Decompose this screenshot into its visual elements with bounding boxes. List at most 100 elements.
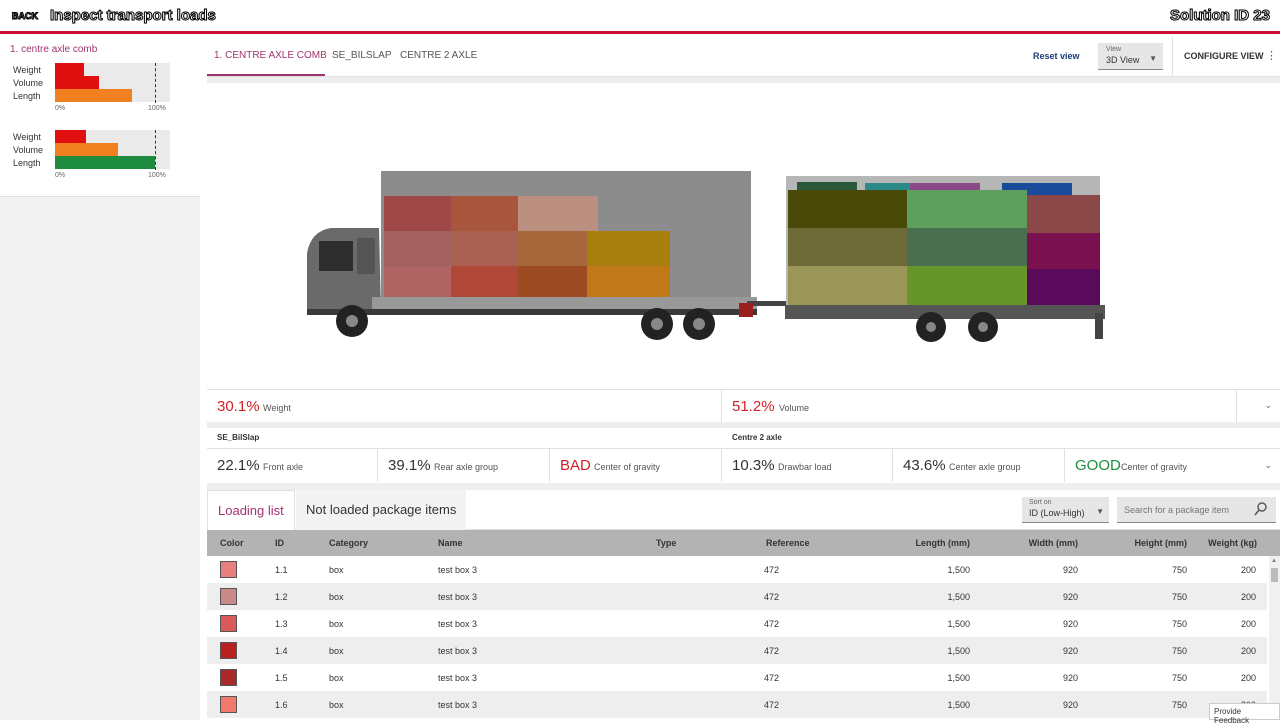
top-bar: BACK Inspect transport loads Solution ID… xyxy=(0,0,1280,34)
cell-name: test box 3 xyxy=(438,565,478,575)
cell-reference: 472 xyxy=(764,673,780,683)
view-select[interactable]: View 3D View ▼ xyxy=(1098,43,1163,70)
front-axle-value: 22.1% xyxy=(217,457,260,474)
search-box[interactable] xyxy=(1117,497,1276,523)
col-header[interactable]: Category xyxy=(329,538,368,548)
scroll-thumb[interactable] xyxy=(1271,568,1278,582)
vehicle-tabs-bar: 1. CENTRE AXLE COMB SE_BILSLAP CENTRE 2 … xyxy=(207,37,1280,77)
col-header[interactable]: Height (mm) xyxy=(1135,538,1188,548)
sidebar: 1. centre axle comb Weight Volume Length… xyxy=(0,37,200,720)
trailer-cog-value: GOOD xyxy=(1075,457,1121,474)
group-heading-se-bilslap: SE_BilSlap xyxy=(217,433,260,442)
feedback-button[interactable]: Provide Feedback xyxy=(1209,703,1280,725)
table-row[interactable]: 1.1 box test box 3 472 1,500 920 750 200 xyxy=(207,556,1267,583)
scroll-up-icon[interactable]: ▲ xyxy=(1271,558,1277,564)
cell-width: 920 xyxy=(1062,592,1078,602)
center-axle-label: Center axle group xyxy=(949,462,1021,472)
chevron-down-icon[interactable]: ⌄ xyxy=(1264,460,1272,471)
col-header[interactable]: Weight (kg) xyxy=(1208,538,1257,548)
configure-view-button[interactable]: CONFIGURE VIEW xyxy=(1184,51,1264,61)
col-header[interactable]: Type xyxy=(656,538,676,548)
scale-min: 0% xyxy=(55,172,66,179)
table-row[interactable]: 1.4 box test box 3 472 1,500 920 750 200 xyxy=(207,637,1267,664)
bar-label: Weight xyxy=(13,132,41,142)
more-vertical-icon[interactable]: ⋮ xyxy=(1266,49,1277,62)
front-axle-stat: 22.1% Front axle xyxy=(207,449,378,482)
cell-weight: 200 xyxy=(1240,592,1256,602)
bar-fill xyxy=(55,130,86,143)
3d-viewer[interactable] xyxy=(207,83,1280,389)
chevron-down-icon[interactable]: ⌄ xyxy=(1264,400,1272,411)
search-input[interactable] xyxy=(1124,503,1249,517)
col-header[interactable]: Name xyxy=(438,538,463,548)
tab-not-loaded-items[interactable]: Not loaded package items xyxy=(296,490,467,530)
cell-id: 1.1 xyxy=(275,565,288,575)
table-row[interactable]: 1.2 box test box 3 472 1,500 920 750 200 xyxy=(207,583,1267,610)
cell-height: 750 xyxy=(1171,700,1187,710)
sidebar-summary-card[interactable]: 1. centre axle comb Weight Volume Length… xyxy=(0,37,200,197)
cell-id: 1.2 xyxy=(275,592,288,602)
scale-max: 100% xyxy=(148,105,166,112)
cell-weight: 200 xyxy=(1240,646,1256,656)
back-button[interactable]: BACK xyxy=(12,11,39,22)
rear-axle-stat: 39.1% Rear axle group xyxy=(378,449,550,482)
cell-height: 750 xyxy=(1171,565,1187,575)
color-swatch xyxy=(220,642,237,659)
col-header[interactable]: Length (mm) xyxy=(916,538,971,548)
sort-value: ID (Low-High) xyxy=(1029,508,1085,518)
trailer-cog-stat: GOOD Center of gravity xyxy=(1065,449,1237,482)
weight-label: Weight xyxy=(263,403,291,413)
view-select-label: View xyxy=(1106,46,1122,53)
axle-stats: 22.1% Front axle 39.1% Rear axle group B… xyxy=(207,448,1280,483)
cell-id: 1.5 xyxy=(275,673,288,683)
table-scrollbar[interactable]: ▲ xyxy=(1269,556,1280,720)
dropdown-arrow-icon: ▼ xyxy=(1096,507,1104,516)
bar-label: Length xyxy=(13,91,41,101)
color-swatch xyxy=(220,588,237,605)
color-swatch xyxy=(220,669,237,686)
loading-list-table: Color ID Category Name Type Reference Le… xyxy=(207,530,1280,720)
cell-reference: 472 xyxy=(764,619,780,629)
cell-reference: 472 xyxy=(764,646,780,656)
color-swatch xyxy=(220,696,237,713)
cell-weight: 200 xyxy=(1240,565,1256,575)
search-icon[interactable] xyxy=(1254,501,1268,517)
bar-label: Length xyxy=(13,158,41,168)
sort-select[interactable]: Sort on ID (Low-High) ▼ xyxy=(1022,497,1109,523)
full-marker-line xyxy=(155,130,156,170)
scale-min: 0% xyxy=(55,105,66,112)
dropdown-arrow-icon: ▼ xyxy=(1149,54,1157,63)
col-header[interactable]: Reference xyxy=(766,538,810,548)
cell-category: box xyxy=(329,646,344,656)
bar-label: Weight xyxy=(13,65,41,75)
sort-label: Sort on xyxy=(1029,499,1052,506)
group-heading-centre-2-axle: Centre 2 axle xyxy=(732,433,782,442)
rear-axle-label: Rear axle group xyxy=(434,462,499,472)
cell-length: 1,500 xyxy=(947,565,970,575)
sidebar-card-title: 1. centre axle comb xyxy=(10,44,98,55)
cell-reference: 472 xyxy=(764,700,780,710)
table-row[interactable]: 1.6boxtest box 34721,500920750200 xyxy=(207,691,1267,718)
tab-se-bilslap[interactable]: SE_BILSLAP xyxy=(332,50,391,61)
cell-width: 920 xyxy=(1062,619,1078,629)
full-marker-line xyxy=(155,63,156,103)
list-tabs-bar: Loading list Not loaded package items So… xyxy=(207,490,1280,530)
tab-centre-2-axle[interactable]: CENTRE 2 AXLE xyxy=(400,50,477,61)
tab-loading-list[interactable]: Loading list xyxy=(207,490,295,530)
front-axle-label: Front axle xyxy=(263,462,304,472)
col-header[interactable]: Color xyxy=(220,538,244,548)
weight-value: 30.1% xyxy=(217,398,260,415)
drawbar-value: 10.3% xyxy=(732,457,775,474)
cell-length: 1,500 xyxy=(947,592,970,602)
col-header[interactable]: Width (mm) xyxy=(1029,538,1078,548)
table-row[interactable]: 1.5 box test box 3 472 1,500 920 750 200 xyxy=(207,664,1267,691)
center-axle-value: 43.6% xyxy=(903,457,946,474)
col-header[interactable]: ID xyxy=(275,538,284,548)
cell-reference: 472 xyxy=(764,592,780,602)
reset-view-button[interactable]: Reset view xyxy=(1033,51,1080,61)
table-header: Color ID Category Name Type Reference Le… xyxy=(207,530,1280,556)
color-swatch xyxy=(220,561,237,578)
weight-stat: 30.1% Weight xyxy=(207,390,722,423)
tab-centre-axle-comb[interactable]: 1. CENTRE AXLE COMB xyxy=(214,50,327,61)
table-row[interactable]: 1.3 box test box 3 472 1,500 920 750 200 xyxy=(207,610,1267,637)
